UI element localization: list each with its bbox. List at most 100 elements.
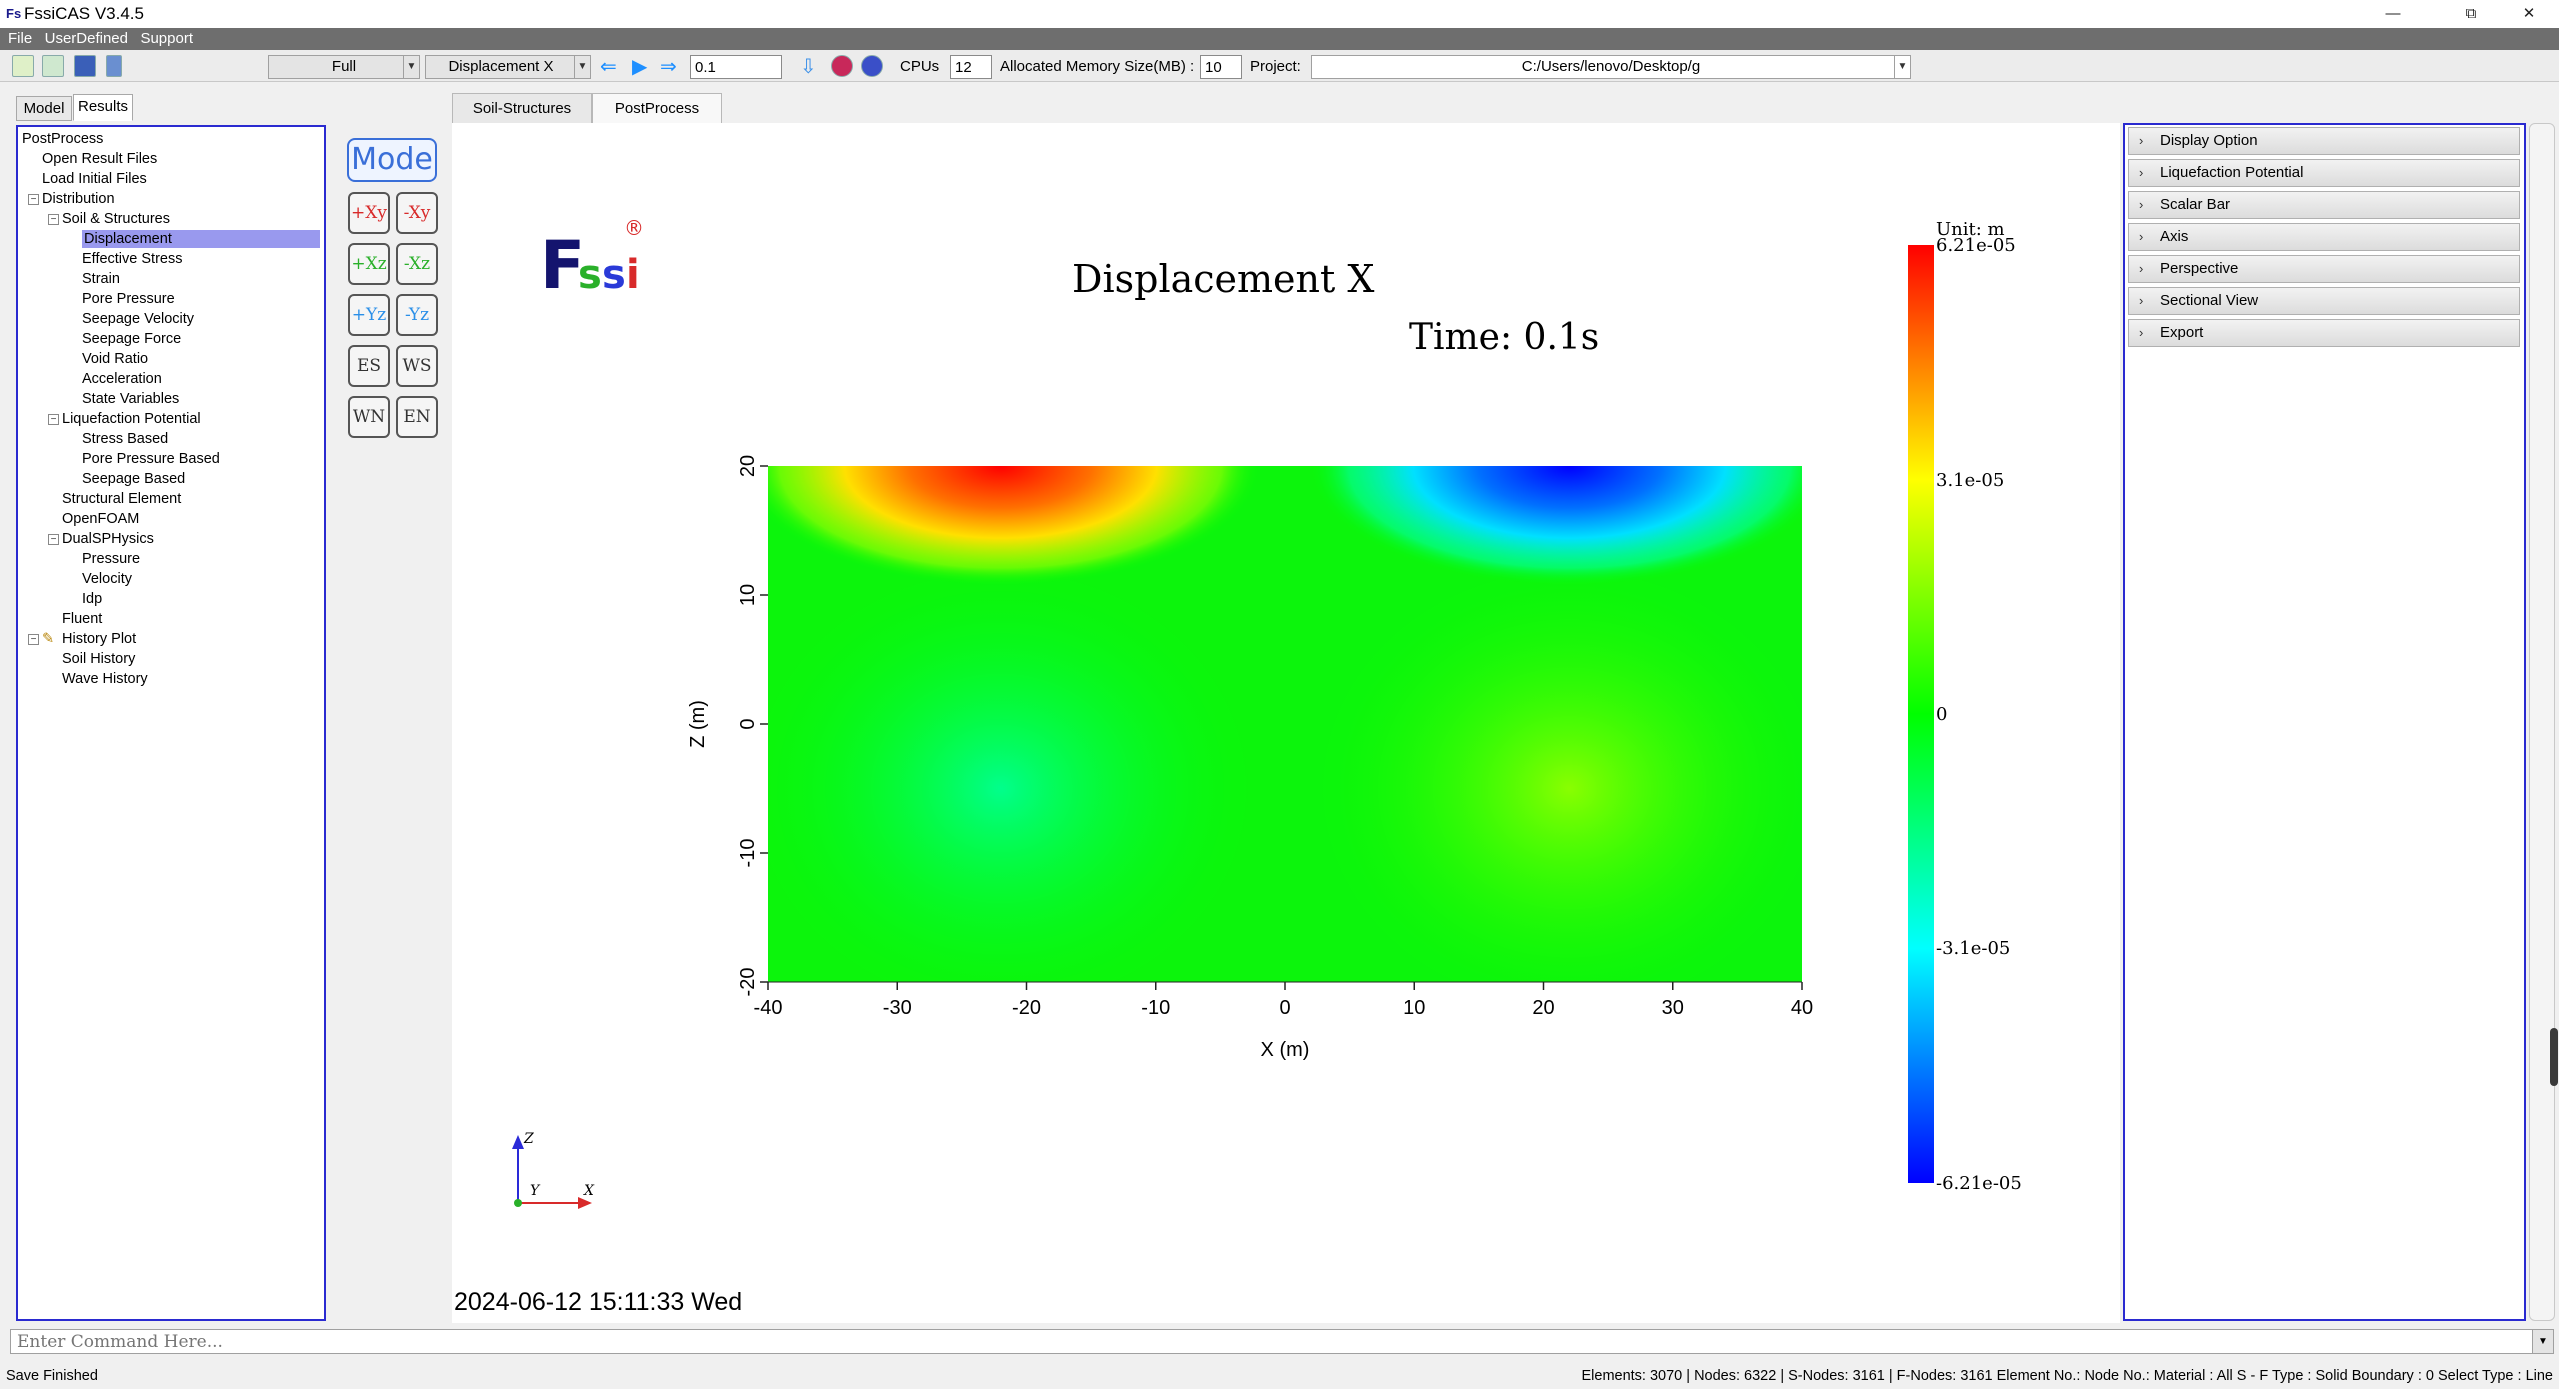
view-mode-combo[interactable]: Full ▼ <box>268 55 420 79</box>
menu-userdefined[interactable]: UserDefined <box>45 28 128 50</box>
mode-button[interactable]: Mode <box>347 138 437 182</box>
option-section-axis[interactable]: › Axis <box>2128 223 2520 251</box>
tree-item[interactable]: Acceleration <box>82 370 162 388</box>
tree-item[interactable]: Void Ratio <box>82 350 148 368</box>
panel-icon[interactable] <box>106 55 122 77</box>
color-scale-bar: Unit: m6.21e-053.1e-050-3.1e-05-6.21e-05 <box>1908 219 2022 1194</box>
tree-item[interactable]: Distribution <box>42 190 115 208</box>
tree-item[interactable]: Idp <box>82 590 102 608</box>
tree-item[interactable]: Wave History <box>62 670 148 688</box>
tree-item[interactable]: Velocity <box>82 570 132 588</box>
tree-expander-icon[interactable]: − <box>48 534 59 545</box>
render-viewport[interactable]: F s s i ® -40 -30 -20 -10 0 10 20 30 40 20 10 0 -10 -… <box>452 123 2120 1323</box>
option-section-liquefaction-potential[interactable]: › Liquefaction Potential <box>2128 159 2520 187</box>
close-button[interactable]: ✕ <box>2506 2 2552 26</box>
tree-item[interactable]: DualSPHysics <box>62 530 154 548</box>
tree-item[interactable]: State Variables <box>82 390 179 408</box>
tree-item[interactable]: Fluent <box>62 610 102 628</box>
chevron-right-icon: › <box>2139 293 2144 308</box>
download-icon[interactable]: ⇩ <box>800 54 817 79</box>
step-back-icon[interactable]: ⇐ <box>600 54 617 79</box>
tree-item[interactable]: Seepage Based <box>82 470 185 488</box>
ws-view-button[interactable]: WS <box>396 345 438 387</box>
maximize-button[interactable]: ⧉ <box>2448 2 2494 26</box>
tree-expander-icon[interactable]: − <box>28 634 39 645</box>
option-section-label: Axis <box>2160 228 2189 245</box>
menu-support[interactable]: Support <box>140 28 193 50</box>
command-history-dropdown[interactable]: ▼ <box>2532 1329 2554 1354</box>
app-logo-icon: Fs <box>6 6 22 21</box>
option-section-scalar-bar[interactable]: › Scalar Bar <box>2128 191 2520 219</box>
contour-feature <box>1309 558 1802 982</box>
axes-triad: Z Y X <box>512 1131 595 1209</box>
tree-item[interactable]: Structural Element <box>62 490 181 508</box>
time-step-input[interactable] <box>690 55 782 79</box>
tree-item[interactable]: Seepage Force <box>82 330 181 348</box>
x-tick-label: -40 <box>754 997 783 1019</box>
en-view-button[interactable]: EN <box>396 396 438 438</box>
tree-item[interactable]: OpenFOAM <box>62 510 139 528</box>
view-direction-label: WS <box>402 356 432 376</box>
cpus-input[interactable] <box>950 55 992 79</box>
tree-item[interactable]: Effective Stress <box>82 250 182 268</box>
tree-item[interactable]: Seepage Velocity <box>82 310 194 328</box>
minus-xy-view-button[interactable]: -Xy <box>396 192 438 234</box>
tab-model[interactable]: Model <box>16 96 72 121</box>
tree-item[interactable]: Open Result Files <box>42 150 157 168</box>
colorbar-tick-label: -6.21e-05 <box>1936 1173 2022 1194</box>
plus-yz-view-button[interactable]: +Yz <box>348 294 390 336</box>
contour-feature <box>768 558 1261 982</box>
option-section-sectional-view[interactable]: › Sectional View <box>2128 287 2520 315</box>
tree-item[interactable]: Load Initial Files <box>42 170 147 188</box>
contour-plot[interactable]: F s s i ® -40 -30 -20 -10 0 10 20 30 40 20 10 0 -10 -… <box>452 123 2120 1323</box>
option-section-perspective[interactable]: › Perspective <box>2128 255 2520 283</box>
tree-item[interactable]: History Plot <box>62 630 136 648</box>
colorbar-tick-label: 0 <box>1936 704 1947 725</box>
tree-item[interactable]: Pressure <box>82 550 140 568</box>
wn-view-button[interactable]: WN <box>348 396 390 438</box>
tree-item[interactable]: Soil & Structures <box>62 210 170 228</box>
tree-expander-icon[interactable]: − <box>48 214 59 225</box>
tree-item[interactable]: Stress Based <box>82 430 168 448</box>
tree-item[interactable]: PostProcess <box>22 130 103 148</box>
tree-expander-icon[interactable]: − <box>48 414 59 425</box>
save-icon[interactable] <box>74 55 96 77</box>
tab-postprocess[interactable]: PostProcess <box>592 93 722 124</box>
step-forward-icon[interactable]: ⇒ <box>660 54 677 79</box>
option-section-display-option[interactable]: › Display Option <box>2128 127 2520 155</box>
project-path-combo[interactable]: C:/Users/lenovo/Desktop/g ▼ <box>1311 55 1911 79</box>
tree-item[interactable]: Soil History <box>62 650 135 668</box>
tree-item[interactable]: Liquefaction Potential <box>62 410 201 428</box>
view-direction-label: -Xy <box>403 203 431 223</box>
minimize-button[interactable]: — <box>2370 2 2416 26</box>
tab-results[interactable]: Results <box>73 94 133 121</box>
plus-xy-view-button[interactable]: +Xy <box>348 192 390 234</box>
es-view-button[interactable]: ES <box>348 345 390 387</box>
result-type-combo[interactable]: Displacement X ▼ <box>425 55 591 79</box>
play-icon[interactable]: ▶ <box>632 54 647 79</box>
mesh-globe-icon[interactable] <box>861 55 883 77</box>
view-direction-label: EN <box>403 407 431 427</box>
tree-item[interactable]: Pore Pressure Based <box>82 450 220 468</box>
menu-file[interactable]: File <box>8 28 32 50</box>
option-section-export[interactable]: › Export <box>2128 319 2520 347</box>
new-file-icon[interactable] <box>12 55 34 77</box>
command-input[interactable] <box>10 1329 2540 1354</box>
tree-expander-icon[interactable]: − <box>28 194 39 205</box>
triad-x-label: X <box>583 1183 595 1199</box>
right-scrollbar[interactable] <box>2529 123 2555 1321</box>
minus-yz-view-button[interactable]: -Yz <box>396 294 438 336</box>
tree-item[interactable]: Displacement <box>82 230 320 248</box>
memory-input[interactable] <box>1200 55 1242 79</box>
minus-xz-view-button[interactable]: -Xz <box>396 243 438 285</box>
grid-globe-icon[interactable] <box>831 55 853 77</box>
view-direction-label: +Xy <box>351 203 387 223</box>
memory-label: Allocated Memory Size(MB) : <box>1000 58 1195 75</box>
open-folder-icon[interactable] <box>42 55 64 77</box>
colorbar-ramp <box>1908 245 1934 1183</box>
tree-item[interactable]: Pore Pressure <box>82 290 175 308</box>
tab-soil-structures[interactable]: Soil-Structures <box>452 93 592 124</box>
plus-xz-view-button[interactable]: +Xz <box>348 243 390 285</box>
tree-item[interactable]: Strain <box>82 270 120 288</box>
scrollbar-thumb[interactable] <box>2550 1028 2558 1086</box>
